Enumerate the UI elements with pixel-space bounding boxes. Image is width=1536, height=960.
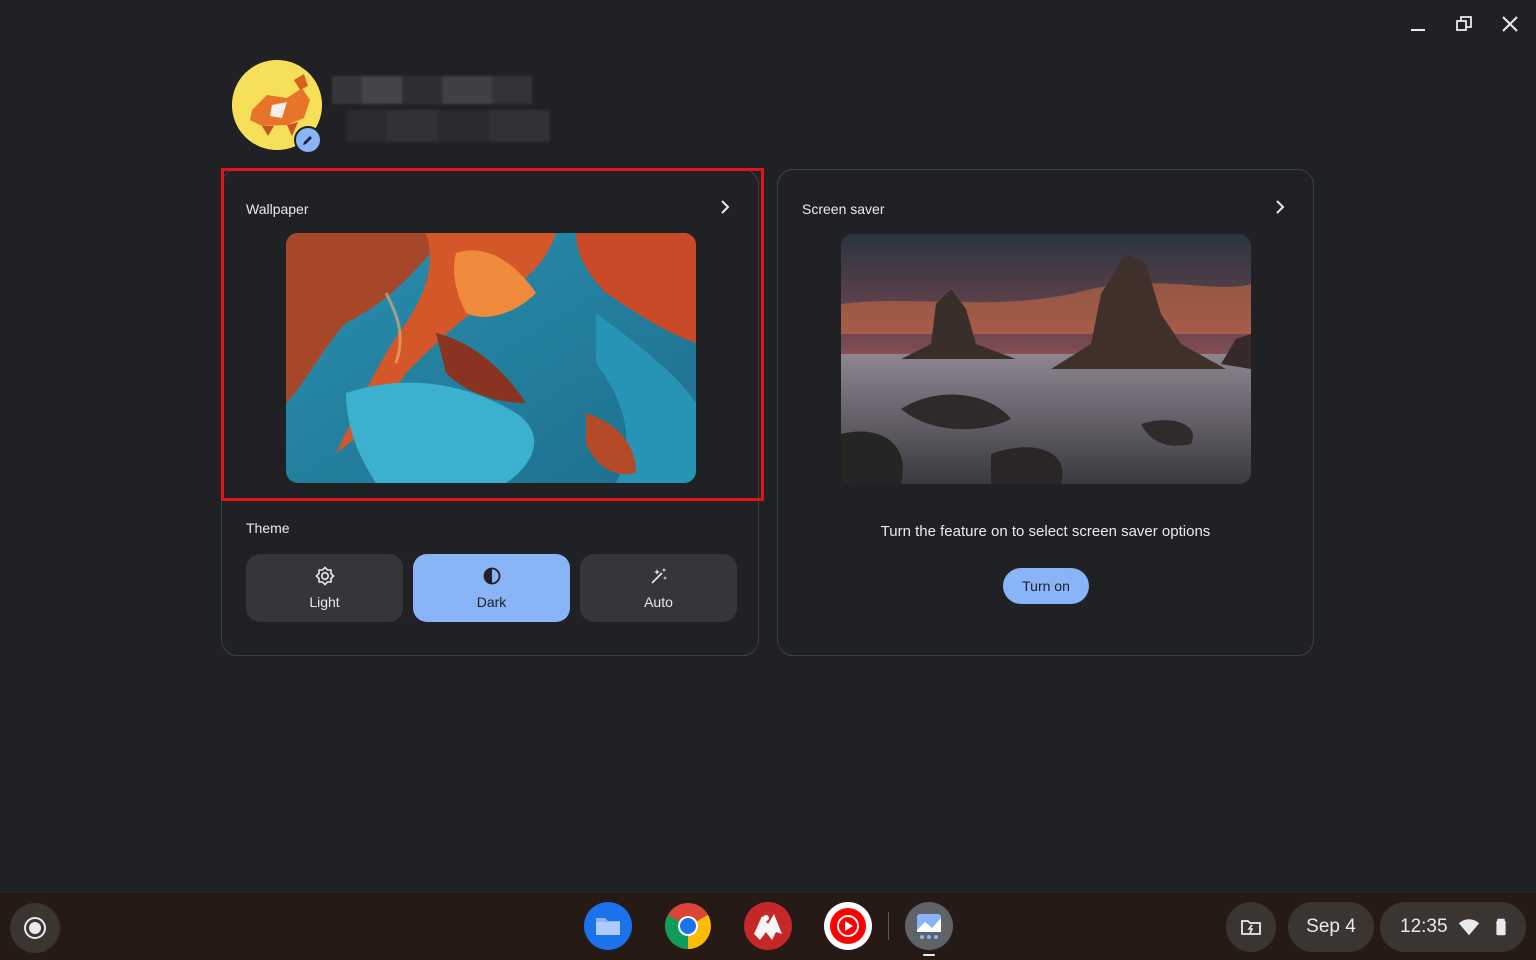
screensaver-preview: [841, 234, 1251, 484]
theme-label: Theme: [246, 520, 290, 536]
user-email-redacted: [346, 110, 550, 142]
theme-options: Light Dark Auto: [246, 554, 737, 622]
game-app-icon: [744, 902, 792, 950]
chrome-icon: [665, 903, 711, 949]
files-icon: [584, 902, 632, 950]
shelf: Sep 4 12:35: [0, 892, 1536, 960]
brightness-icon: [314, 566, 335, 586]
window-controls: [1404, 10, 1524, 38]
screensaver-header[interactable]: Screen saver: [802, 198, 1289, 220]
screensaver-title: Screen saver: [802, 201, 885, 217]
theme-dark-label: Dark: [476, 594, 507, 610]
wallpaper-app-icon: [905, 902, 953, 950]
screensaver-message: Turn the feature on to select screen sav…: [880, 523, 1211, 540]
status-tray[interactable]: 12:35: [1380, 902, 1526, 952]
magic-wand-icon: [650, 568, 667, 584]
theme-light-label: Light: [309, 594, 340, 610]
theme-auto-button[interactable]: Auto: [580, 554, 737, 622]
user-name-redacted: [332, 76, 532, 104]
chrome-app[interactable]: [664, 902, 712, 950]
launcher-icon: [24, 917, 46, 939]
chevron-right-icon: [716, 198, 734, 221]
theme-auto-label: Auto: [644, 594, 673, 610]
restore-button[interactable]: [1450, 10, 1478, 38]
holding-space-icon: [1241, 920, 1261, 935]
half-circle-icon: [483, 567, 500, 585]
game-app[interactable]: [744, 902, 792, 950]
minimize-icon: [1411, 29, 1425, 31]
screensaver-card: Screen saver Turn the feature on to sele…: [777, 169, 1314, 656]
wallpaper-preview[interactable]: [286, 233, 696, 483]
canyon-wallpaper-image: [286, 233, 696, 483]
youtube-music-app[interactable]: [824, 902, 872, 950]
shelf-divider: [888, 912, 889, 940]
theme-light-button[interactable]: Light: [246, 554, 403, 622]
wallpaper-header[interactable]: Wallpaper: [246, 198, 734, 220]
pencil-icon: [303, 136, 312, 145]
date-tray[interactable]: Sep 4: [1288, 902, 1374, 952]
wallpaper-title: Wallpaper: [246, 201, 309, 217]
clock-time: 12:35: [1400, 916, 1448, 937]
edit-avatar-button[interactable]: [294, 126, 322, 154]
seascape-image: [841, 234, 1251, 484]
launcher-button[interactable]: [10, 903, 60, 953]
turn-on-button[interactable]: Turn on: [1003, 568, 1089, 604]
restore-icon: [1456, 16, 1472, 31]
wallpaper-theme-card: Wallpaper Theme Light Dark Auto: [221, 169, 759, 656]
close-icon: [1502, 16, 1518, 32]
user-profile: [232, 60, 552, 154]
pinned-apps: [584, 902, 953, 956]
running-indicator: [923, 954, 935, 956]
minimize-button[interactable]: [1404, 10, 1432, 38]
holding-space-button[interactable]: [1226, 902, 1276, 952]
theme-dark-button[interactable]: Dark: [413, 554, 570, 622]
youtube-music-icon: [824, 902, 872, 950]
wallpaper-app[interactable]: [905, 902, 953, 956]
close-button[interactable]: [1496, 10, 1524, 38]
chevron-right-icon: [1271, 198, 1289, 221]
wifi-icon: [1458, 919, 1479, 936]
files-app[interactable]: [584, 902, 632, 950]
battery-icon: [1495, 918, 1506, 936]
